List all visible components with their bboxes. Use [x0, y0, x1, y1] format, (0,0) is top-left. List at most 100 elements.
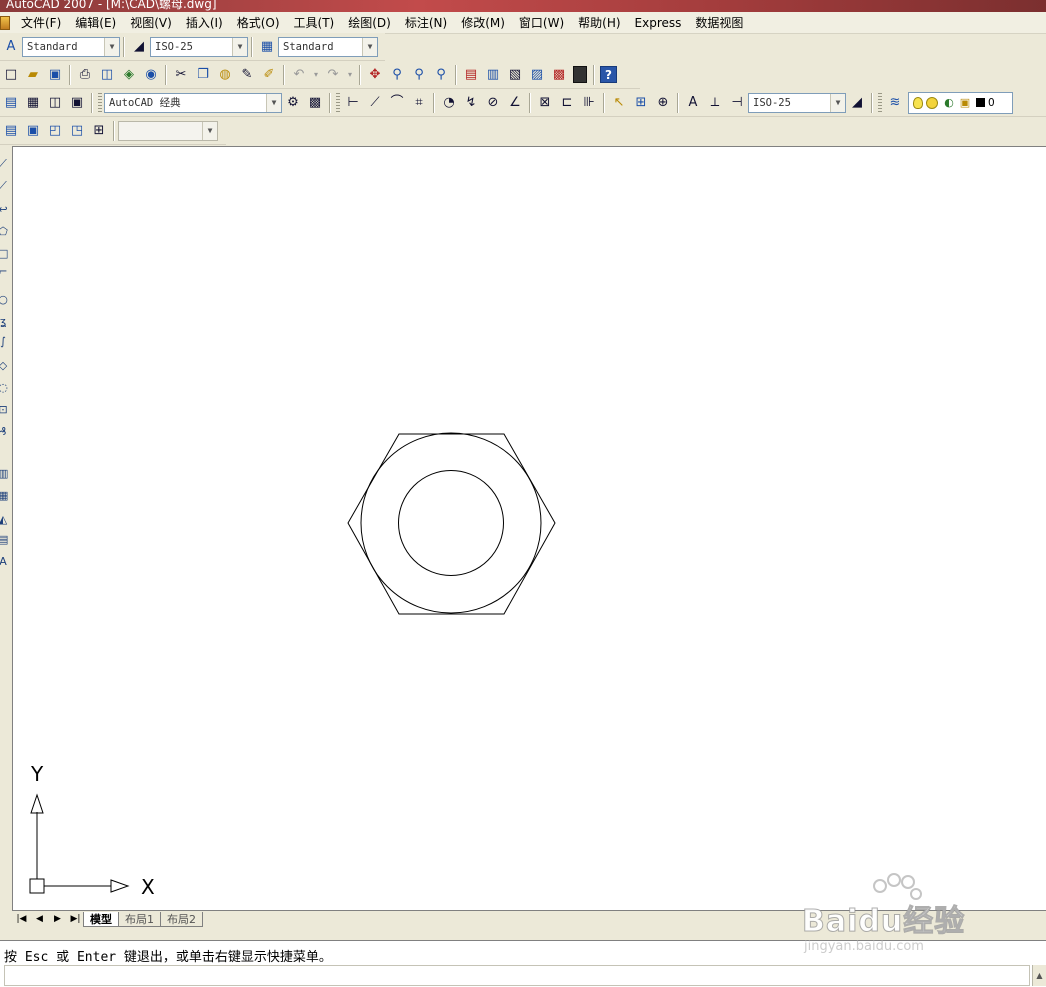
- prev-tab-icon[interactable]: ◀: [31, 912, 48, 926]
- tab-model[interactable]: 模型: [83, 911, 119, 927]
- diameter-dimension-icon[interactable]: ⊘: [484, 94, 502, 112]
- chevron-down-icon[interactable]: ▾: [346, 66, 354, 84]
- chevron-down-icon[interactable]: ▼: [202, 121, 217, 140]
- hatch-icon[interactable]: ▦: [0, 490, 8, 502]
- baseline-dimension-icon[interactable]: ⊏: [558, 94, 576, 112]
- dimension-style-icon[interactable]: ◢: [848, 94, 866, 112]
- redo-icon[interactable]: ↷: [324, 66, 342, 84]
- construction-line-icon[interactable]: ⟋: [0, 180, 8, 192]
- last-tab-icon[interactable]: ▶|: [67, 912, 84, 926]
- workspace-select[interactable]: AutoCAD 经典 ▼: [104, 92, 282, 113]
- spline-icon[interactable]: ∫: [0, 336, 8, 348]
- continue-dimension-icon[interactable]: ⊪: [580, 94, 598, 112]
- publish-icon[interactable]: ◈: [120, 66, 138, 84]
- open-file-icon[interactable]: ▰: [24, 66, 42, 84]
- workspace-settings-icon[interactable]: ⚙: [284, 94, 302, 112]
- chevron-down-icon[interactable]: ▼: [362, 37, 377, 56]
- next-tab-icon[interactable]: ▶: [49, 912, 66, 926]
- paste-icon[interactable]: ◍: [216, 66, 234, 84]
- linear-dimension-icon[interactable]: ⊢: [344, 94, 362, 112]
- menu-modify[interactable]: 修改(M): [454, 13, 512, 33]
- cut-icon[interactable]: ✂: [172, 66, 190, 84]
- layer-on-icon[interactable]: [913, 96, 923, 109]
- layer-properties-icon[interactable]: ≋: [886, 94, 904, 112]
- menu-tools[interactable]: 工具(T): [287, 13, 342, 33]
- menu-insert[interactable]: 插入(I): [179, 13, 230, 33]
- tab-layout2[interactable]: 布局2: [160, 911, 203, 927]
- point-icon[interactable]: ▥: [0, 468, 8, 480]
- menu-edit[interactable]: 编辑(E): [68, 13, 123, 33]
- nut-inner-circle[interactable]: [398, 470, 504, 576]
- chevron-down-icon[interactable]: ▼: [232, 37, 247, 56]
- layer-freeze-icon[interactable]: [926, 96, 938, 109]
- ellipse-icon[interactable]: ◇: [0, 360, 8, 372]
- ordinate-dimension-icon[interactable]: ⌗: [410, 94, 428, 112]
- dim-style-select[interactable]: ISO-25 ▼: [150, 36, 248, 57]
- menu-dimension[interactable]: 标注(N): [398, 13, 454, 33]
- chevron-down-icon[interactable]: ▼: [104, 37, 119, 56]
- quick-leader-icon[interactable]: ↖: [610, 94, 628, 112]
- menu-format[interactable]: 格式(O): [230, 13, 287, 33]
- layout-icon[interactable]: ◰: [46, 122, 64, 140]
- center-mark-icon[interactable]: ⊕: [654, 94, 672, 112]
- app-menu-icon[interactable]: [0, 15, 10, 30]
- nut-outer-circle[interactable]: [360, 432, 542, 614]
- radius-dimension-icon[interactable]: ◔: [440, 94, 458, 112]
- tool-palettes-icon[interactable]: ▧: [506, 66, 524, 84]
- chevron-down-icon[interactable]: ▼: [266, 93, 281, 112]
- menu-help[interactable]: 帮助(H): [571, 13, 627, 33]
- aligned-dimension-icon[interactable]: ⟋: [366, 94, 384, 112]
- design-center-icon[interactable]: ▥: [484, 66, 502, 84]
- gradient-icon[interactable]: ◭: [0, 514, 8, 526]
- pan-icon[interactable]: ✥: [366, 66, 384, 84]
- command-scroll-icon[interactable]: ▲: [1032, 965, 1046, 986]
- dim-style-icon[interactable]: ◢: [130, 38, 148, 56]
- match-properties-icon[interactable]: ✎: [238, 66, 256, 84]
- properties-icon[interactable]: ▤: [462, 66, 480, 84]
- menu-file[interactable]: 文件(F): [14, 13, 68, 33]
- revision-cloud-icon[interactable]: ʓ: [0, 316, 8, 328]
- workspace-icon[interactable]: ▤: [2, 94, 20, 112]
- menu-window[interactable]: 窗口(W): [512, 13, 571, 33]
- angular-dimension-icon[interactable]: ∠: [506, 94, 524, 112]
- polygon-icon[interactable]: ⬠: [0, 226, 8, 238]
- menu-draw[interactable]: 绘图(D): [341, 13, 398, 33]
- command-input[interactable]: [4, 965, 1030, 986]
- make-block-icon[interactable]: ₰: [0, 426, 8, 438]
- layer-lock-icon[interactable]: ▣: [959, 94, 971, 112]
- layout-icon[interactable]: ▣: [24, 122, 42, 140]
- workspace-icon[interactable]: ◫: [46, 94, 64, 112]
- zoom-previous-icon[interactable]: ⚲: [432, 66, 450, 84]
- markup-icon[interactable]: ▩: [550, 66, 568, 84]
- rectangle-icon[interactable]: □: [0, 248, 8, 260]
- menu-view[interactable]: 视图(V): [123, 13, 179, 33]
- layer-select[interactable]: ◐ ▣ 0: [908, 91, 1013, 114]
- menu-data-view[interactable]: 数据视图: [688, 13, 750, 33]
- arc-icon[interactable]: ⌐: [0, 266, 8, 278]
- ellipse-arc-icon[interactable]: ◌: [0, 382, 8, 394]
- polyline-icon[interactable]: ↩: [0, 204, 8, 216]
- menu-express[interactable]: Express: [628, 13, 689, 33]
- insert-block-icon[interactable]: ⊡: [0, 404, 8, 416]
- toolbar-grip[interactable]: [98, 92, 102, 113]
- text-style-select[interactable]: Standard ▼: [22, 36, 120, 57]
- jogged-dimension-icon[interactable]: ↯: [462, 94, 480, 112]
- layer-color-swatch[interactable]: [976, 98, 985, 107]
- 3d-dwf-icon[interactable]: ◉: [142, 66, 160, 84]
- undo-icon[interactable]: ↶: [290, 66, 308, 84]
- help-icon[interactable]: ?: [600, 66, 617, 83]
- viewport-scale-select[interactable]: ▼: [118, 120, 218, 141]
- multiline-text-icon[interactable]: A: [0, 556, 8, 568]
- chevron-down-icon[interactable]: ▼: [830, 93, 845, 112]
- dimension-text-edit-icon[interactable]: ⟂: [706, 94, 724, 112]
- plot-icon[interactable]: ⎙: [76, 66, 94, 84]
- hexagon-outline[interactable]: [347, 433, 556, 615]
- zoom-realtime-icon[interactable]: ⚲: [388, 66, 406, 84]
- layout-icon[interactable]: ⊞: [90, 122, 108, 140]
- new-file-icon[interactable]: □: [2, 66, 20, 84]
- chevron-down-icon[interactable]: ▾: [312, 66, 320, 84]
- toolbar-grip[interactable]: [336, 92, 340, 113]
- drawing-canvas[interactable]: Y X: [12, 146, 1046, 911]
- table-icon[interactable]: ▤: [0, 534, 8, 546]
- copy-icon[interactable]: ❐: [194, 66, 212, 84]
